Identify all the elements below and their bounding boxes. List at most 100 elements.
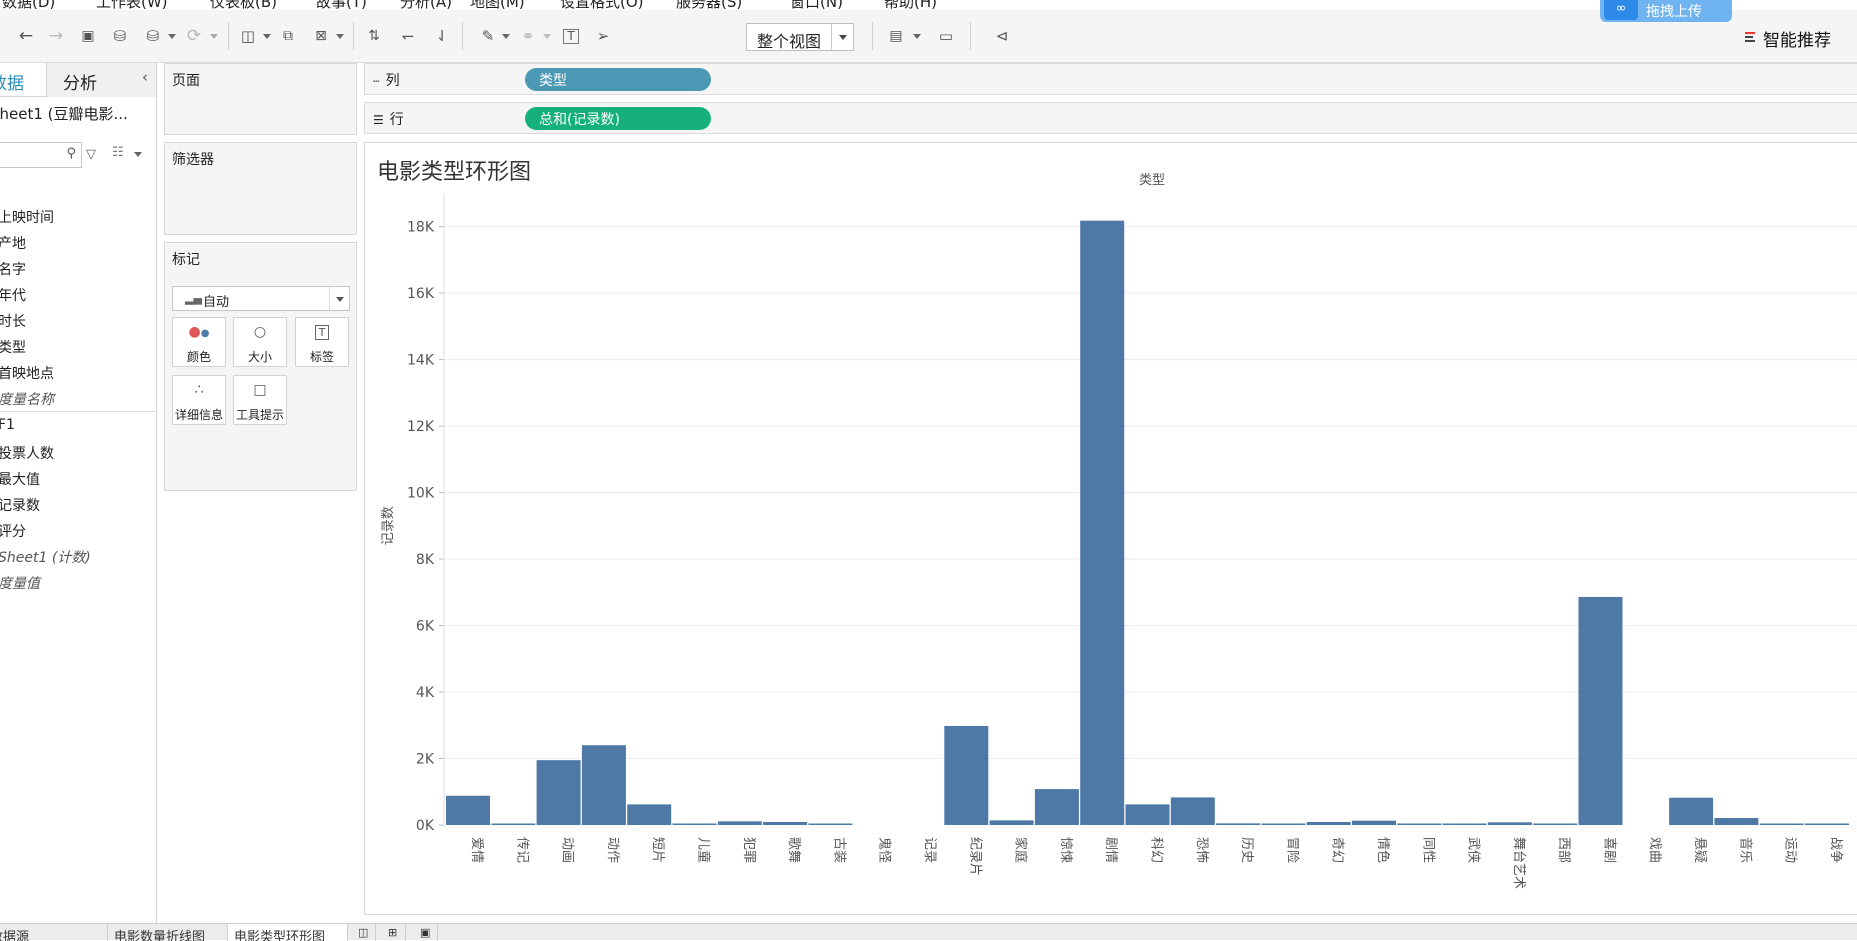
clear-sheet-icon[interactable]: ⊠ [309, 24, 333, 48]
chevron-down-icon[interactable] [831, 24, 853, 50]
text-label-icon: T [296, 324, 348, 342]
x-category-label: 剧情 [1103, 837, 1118, 863]
filter-icon[interactable]: ▽ [86, 147, 96, 162]
measure-field[interactable]: 记录数 [0, 495, 40, 515]
measure-field[interactable]: 最大值 [0, 469, 40, 489]
save-icon[interactable]: ▣ [76, 24, 100, 48]
highlight-caret-icon[interactable] [502, 34, 510, 39]
pause-update-caret-icon[interactable] [168, 34, 176, 39]
new-worksheet-caret-icon[interactable] [263, 34, 271, 39]
sort-ascending-icon[interactable]: ↽ [396, 24, 420, 48]
tooltip-button[interactable]: □ 工具提示 [233, 375, 287, 425]
new-datasource-icon[interactable]: ⛁ [108, 24, 132, 48]
bar [1216, 823, 1261, 825]
menu-item[interactable]: 帮助(H) [884, 0, 937, 10]
duplicate-sheet-icon[interactable]: ⧉ [276, 24, 300, 48]
menu-item[interactable]: 仪表板(B) [210, 0, 277, 10]
x-category-label: 犯罪 [741, 837, 756, 863]
menu-item[interactable]: 地图(M) [470, 0, 525, 10]
field-search-input[interactable]: ⚲ [0, 142, 82, 168]
show-me-caret-icon[interactable] [913, 34, 921, 39]
menu-item[interactable]: 服务器(S) [676, 0, 742, 10]
dimension-field[interactable]: 首映地点 [0, 363, 54, 383]
presentation-icon[interactable]: ▭ [934, 24, 958, 48]
menu-item[interactable]: 工作表(W) [96, 0, 168, 10]
tab-datasource[interactable]: 数据源 [0, 924, 108, 941]
measure-field[interactable]: 投票人数 [0, 443, 54, 463]
sort-descending-icon[interactable]: ⇃ [430, 24, 454, 48]
dimension-field[interactable]: 类型 [0, 337, 26, 357]
column-pill-type[interactable]: 类型 [525, 68, 711, 91]
paperclip-caret-icon[interactable] [543, 34, 551, 39]
new-sheet-icon[interactable]: ◫ [352, 924, 376, 941]
upload-button[interactable]: ∞ 拖拽上传 [1600, 0, 1732, 22]
filters-card-title: 筛选器 [172, 152, 214, 168]
bar [763, 822, 808, 825]
x-category-label: 运动 [1783, 837, 1798, 863]
cloud-link-icon: ∞ [1604, 0, 1638, 20]
bar [808, 823, 853, 825]
paperclip-icon[interactable]: ⚭ [516, 24, 540, 48]
menu-item[interactable]: 故事(T) [316, 0, 367, 10]
datasource-name[interactable]: Sheet1 (豆瓣电影... [0, 103, 138, 124]
forward-arrow-icon[interactable]: → [44, 24, 68, 48]
new-dashboard-icon[interactable]: ⊞ [382, 924, 406, 941]
chevron-down-icon[interactable] [329, 287, 349, 310]
dimension-field[interactable]: 年代 [0, 285, 26, 305]
pages-card[interactable]: 页面 [164, 63, 357, 135]
y-tick-label: 18K [407, 220, 435, 236]
clear-sheet-caret-icon[interactable] [336, 34, 344, 39]
smart-recommend-button[interactable]: 智能推荐 [1745, 26, 1831, 51]
show-labels-icon[interactable]: T [559, 24, 583, 48]
list-icon [1745, 31, 1757, 45]
tab-line-chart-sheet[interactable]: 电影数量折线图 [108, 924, 228, 941]
x-category-label: 惊悚 [1058, 837, 1073, 863]
bar [672, 823, 717, 825]
measure-field[interactable]: 评分 [0, 521, 26, 541]
share-icon[interactable]: ⊲ [990, 24, 1014, 48]
tab-donut-chart-sheet[interactable]: 电影类型环形图 [228, 924, 348, 941]
pause-update-icon[interactable]: ⛁ [141, 24, 165, 48]
view-list-icon[interactable]: ☷ [112, 145, 124, 160]
dimension-field[interactable]: 产地 [0, 233, 26, 253]
refresh-icon[interactable]: ⟳ [182, 24, 206, 48]
menu-item[interactable]: 数据(D) [2, 0, 55, 10]
menu-item[interactable]: 分析(A) [400, 0, 452, 10]
row-pill-record-count[interactable]: 总和(记录数) [525, 107, 711, 130]
menu-item[interactable]: 窗口(N) [790, 0, 843, 10]
size-button[interactable]: ○ 大小 [233, 317, 287, 367]
view-mode-select[interactable]: 整个视图 [746, 23, 854, 51]
measure-extra-field[interactable]: Sheet1 (计数) [0, 547, 91, 567]
highlight-icon[interactable]: ✎ [476, 24, 500, 48]
pin-icon[interactable]: ➢ [591, 24, 615, 48]
mark-type-select[interactable]: ▂▄ 自动 [172, 286, 350, 311]
bar [1261, 823, 1306, 825]
tab-analysis[interactable]: 分析 ‹ [46, 63, 156, 97]
tab-data[interactable]: 数据 [0, 63, 46, 97]
x-category-label: 历史 [1239, 837, 1254, 863]
x-category-label: 家庭 [1013, 837, 1029, 863]
refresh-caret-icon[interactable] [210, 34, 218, 39]
dimension-field[interactable]: 上映时间 [0, 207, 54, 227]
back-arrow-icon[interactable]: ← [14, 24, 38, 48]
swap-rows-cols-icon[interactable]: ⇅ [362, 24, 386, 48]
new-story-icon[interactable]: ▣ [414, 924, 438, 941]
view-list-caret-icon[interactable] [134, 152, 142, 157]
columns-shelf[interactable]: ┄ 列 类型 [364, 63, 1857, 95]
detail-button[interactable]: ∴ 详细信息 [172, 375, 226, 425]
measure-names-field[interactable]: 度量名称 [0, 389, 54, 409]
datasource-label: Sheet1 (豆瓣电影... [0, 105, 128, 123]
color-button[interactable]: ●● 颜色 [172, 317, 226, 367]
rows-shelf[interactable]: ☰ 行 总和(记录数) [364, 102, 1857, 134]
label-button[interactable]: T 标签 [295, 317, 349, 367]
menu-item[interactable]: 设置格式(O) [560, 0, 644, 10]
measure-extra-field[interactable]: 度量值 [0, 573, 40, 593]
smart-recommend-label: 智能推荐 [1763, 30, 1831, 51]
filters-card[interactable]: 筛选器 [164, 142, 357, 235]
collapse-icon[interactable]: ‹ [142, 68, 148, 86]
measure-field[interactable]: F1 [0, 417, 15, 433]
new-worksheet-icon[interactable]: ◫ [236, 24, 260, 48]
show-me-icon[interactable]: ▤ [884, 24, 908, 48]
dimension-field[interactable]: 时长 [0, 311, 26, 331]
dimension-field[interactable]: 名字 [0, 259, 26, 279]
